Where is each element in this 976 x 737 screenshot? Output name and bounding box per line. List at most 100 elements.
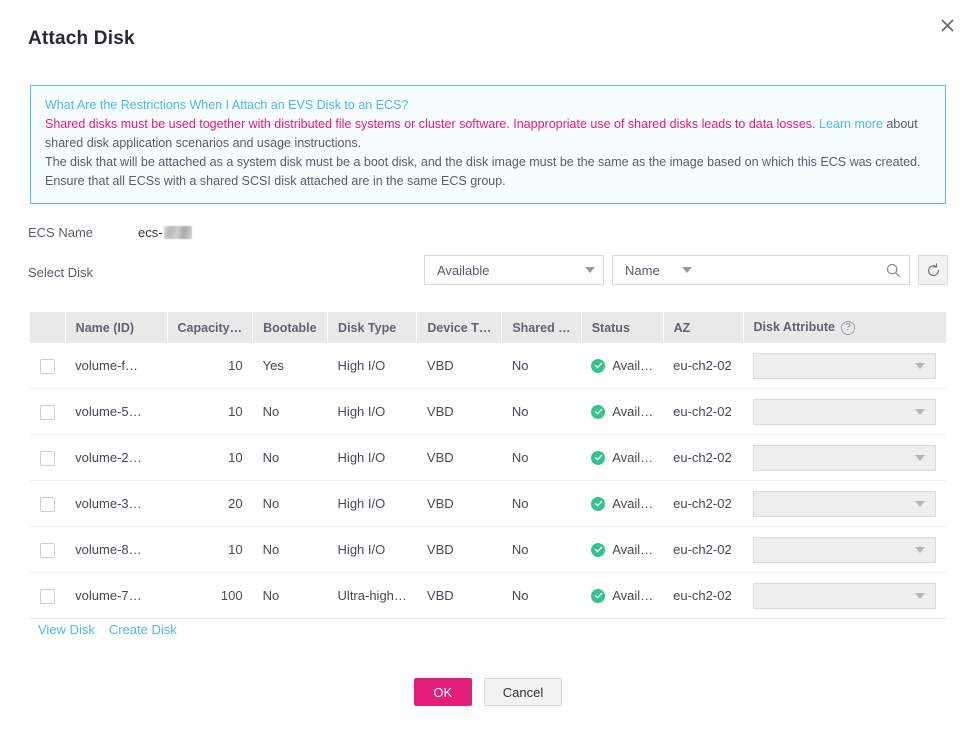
cell-bootable: No	[252, 388, 328, 435]
column-header-disk-type[interactable]: Disk Type	[327, 312, 418, 343]
column-header-az[interactable]: AZ	[663, 312, 744, 343]
ecs-name-label: ECS Name	[28, 225, 94, 240]
column-header-checkbox	[30, 312, 66, 343]
status-badge: Avail…	[591, 527, 653, 572]
column-header-capacity[interactable]: Capacity…	[167, 312, 254, 343]
row-checkbox[interactable]	[40, 450, 56, 466]
column-header-shared[interactable]: Shared …	[501, 312, 582, 343]
row-checkbox-cell[interactable]	[30, 526, 66, 573]
cancel-button[interactable]: Cancel	[483, 678, 563, 706]
row-checkbox[interactable]	[40, 404, 56, 420]
status-text: Avail…	[612, 404, 654, 419]
notice-heading-link-text[interactable]: What Are the Restrictions When I Attach …	[45, 98, 408, 112]
view-disk-link[interactable]: View Disk	[38, 622, 95, 637]
disk-attribute-dropdown[interactable]	[753, 444, 936, 471]
disk-attribute-dropdown[interactable]	[753, 490, 936, 517]
column-header-status[interactable]: Status	[581, 312, 664, 343]
check-circle-icon	[591, 404, 606, 419]
table-row[interactable]: volume-8… 10 No High I/O VBD No Avail… eu-ch2-0…	[30, 526, 946, 573]
status-badge: Avail…	[591, 389, 653, 434]
row-checkbox-cell[interactable]	[30, 388, 66, 435]
cell-capacity: 10	[167, 526, 253, 573]
cell-status: Avail…	[581, 388, 664, 435]
cell-az: eu-ch2-02	[663, 388, 743, 435]
cell-status: Avail…	[581, 434, 664, 481]
cell-device-type: VBD	[416, 572, 502, 619]
cell-az: eu-ch2-02	[663, 572, 743, 619]
cell-disk-type: High I/O	[327, 388, 417, 435]
row-checkbox-cell[interactable]	[30, 434, 66, 481]
search-input[interactable]	[701, 261, 886, 279]
disk-attribute-dropdown[interactable]	[753, 352, 936, 379]
row-checkbox-cell[interactable]	[30, 343, 66, 389]
help-icon[interactable]: ?	[841, 320, 855, 335]
cell-bootable: No	[252, 572, 328, 619]
restrictions-notice: What Are the Restrictions When I Attach …	[30, 85, 946, 204]
cell-status: Avail…	[581, 572, 664, 619]
cell-az: eu-ch2-02	[663, 434, 743, 481]
column-header-bootable[interactable]: Bootable	[252, 312, 329, 343]
cell-shared: No	[501, 343, 582, 389]
chevron-down-icon	[915, 546, 925, 553]
status-filter-dropdown[interactable]: Available	[424, 255, 604, 285]
table-body: volume-f… 10 Yes High I/O VBD No Avail… eu-ch2-…	[30, 343, 946, 619]
cell-disk-attribute	[743, 572, 946, 619]
ecs-name-value-text: ecs-	[138, 225, 163, 240]
notice-heading-link[interactable]: What Are the Restrictions When I Attach …	[45, 96, 931, 115]
chevron-down-icon	[681, 267, 692, 273]
status-badge: Avail…	[591, 343, 653, 388]
table-row[interactable]: volume-3… 20 No High I/O VBD No Avail… eu-ch2-0…	[30, 480, 946, 527]
cell-disk-type: Ultra-high…	[327, 572, 417, 619]
row-checkbox-cell[interactable]	[30, 572, 66, 619]
table-row[interactable]: volume-2… 10 No High I/O VBD No Avail… eu-ch2-0…	[30, 434, 946, 481]
row-checkbox[interactable]	[40, 542, 56, 558]
learn-more-link[interactable]: Learn more	[819, 117, 883, 131]
table-action-links: View Disk Create Disk	[38, 622, 177, 637]
search-box: Name	[612, 255, 910, 285]
create-disk-link[interactable]: Create Disk	[109, 622, 177, 637]
table-header: Name (ID) Capacity… Bootable Disk Type D…	[30, 312, 946, 343]
ok-button[interactable]: OK	[413, 678, 472, 706]
select-disk-label: Select Disk	[28, 265, 94, 280]
close-icon[interactable]	[934, 12, 960, 38]
table-row[interactable]: volume-5… 10 No High I/O VBD No Avail… eu-ch2-0…	[30, 388, 946, 435]
cell-shared: No	[501, 388, 582, 435]
search-field-dropdown[interactable]: Name	[625, 263, 692, 278]
search-icon[interactable]	[886, 263, 901, 278]
status-text: Avail…	[612, 496, 654, 511]
disk-attribute-dropdown[interactable]	[753, 582, 936, 609]
chevron-down-icon	[915, 454, 925, 461]
column-header-device-type[interactable]: Device T…	[416, 312, 503, 343]
cell-disk-attribute	[743, 388, 946, 435]
cell-status: Avail…	[581, 480, 664, 527]
row-checkbox[interactable]	[40, 588, 56, 604]
disk-attribute-dropdown[interactable]	[753, 398, 936, 425]
row-checkbox-cell[interactable]	[30, 480, 66, 527]
cell-capacity: 10	[167, 388, 253, 435]
cell-device-type: VBD	[416, 434, 502, 481]
dialog-header: Attach Disk	[0, 0, 976, 70]
chevron-down-icon	[915, 362, 925, 369]
disk-attribute-dropdown[interactable]	[753, 536, 936, 563]
cell-capacity: 10	[167, 434, 253, 481]
cell-disk-attribute	[743, 434, 946, 481]
page-title: Attach Disk	[28, 28, 135, 49]
select-disk-row: Select Disk Available Name	[28, 255, 948, 285]
column-header-name[interactable]: Name (ID)	[65, 312, 168, 343]
cell-az: eu-ch2-02	[663, 343, 743, 389]
cell-disk-attribute	[743, 343, 946, 389]
refresh-icon[interactable]	[918, 255, 948, 285]
cell-device-type: VBD	[416, 343, 502, 389]
search-toolbar: Available Name	[424, 255, 948, 285]
cell-disk-type: High I/O	[327, 434, 417, 481]
table-row[interactable]: volume-f… 10 Yes High I/O VBD No Avail… eu-ch2-…	[30, 343, 946, 389]
cell-shared: No	[501, 526, 582, 573]
cell-disk-attribute	[743, 480, 946, 527]
cell-bootable: No	[252, 480, 328, 527]
row-checkbox[interactable]	[40, 358, 56, 374]
cell-name: volume-8…	[65, 526, 168, 573]
row-checkbox[interactable]	[40, 496, 56, 512]
cell-capacity: 20	[167, 480, 253, 527]
cell-name: volume-3…	[65, 480, 168, 527]
table-row[interactable]: volume-7… 100 No Ultra-high… VBD No Avail… eu-c…	[30, 572, 946, 619]
